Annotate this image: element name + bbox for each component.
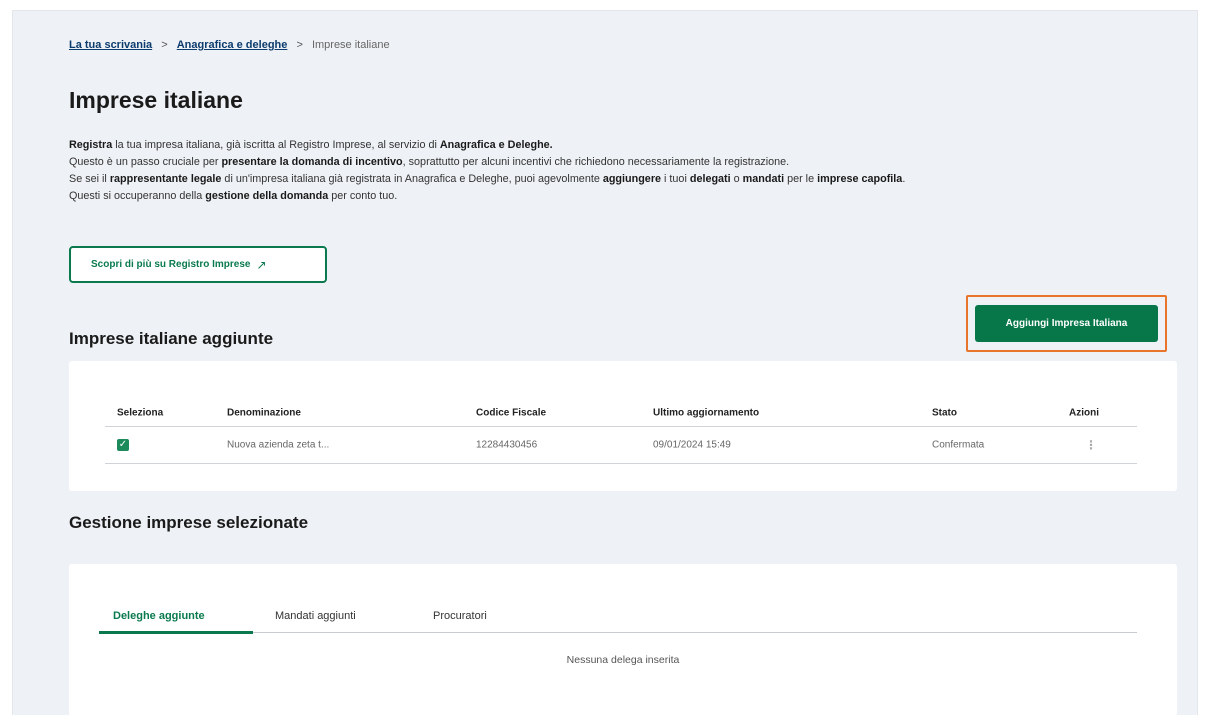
- tab-procuratori[interactable]: Procuratori: [433, 610, 487, 622]
- registro-imprese-button-label: Scopri di più su Registro Imprese: [91, 259, 251, 270]
- column-header-seleziona: Seleziona: [117, 407, 164, 418]
- registro-imprese-button[interactable]: Scopri di più su Registro Imprese ↗: [69, 246, 327, 283]
- page-frame: La tua scrivania > Anagrafica e deleghe …: [12, 10, 1198, 716]
- active-tab-indicator: [99, 631, 253, 634]
- intro-line: Se sei il rappresentante legale di un'im…: [69, 173, 906, 185]
- add-button-highlight: Aggiungi Impresa Italiana: [966, 295, 1167, 352]
- breadcrumb-separator: >: [161, 39, 168, 51]
- intro-line: Registra la tua impresa italiana, già is…: [69, 139, 553, 151]
- table-row: ✓ Nuova azienda zeta t... 12284430456 09…: [105, 427, 1137, 464]
- breadcrumb: La tua scrivania > Anagrafica e deleghe …: [69, 39, 390, 51]
- kebab-menu-icon[interactable]: ⋮: [1085, 438, 1097, 452]
- row-select-checkbox[interactable]: ✓: [117, 439, 129, 451]
- checkmark-icon: ✓: [117, 439, 129, 451]
- intro-text: Registra la tua impresa italiana, già is…: [69, 137, 1179, 205]
- breadcrumb-current: Imprese italiane: [311, 39, 390, 51]
- section-title-gestione: Gestione imprese selezionate: [69, 513, 309, 532]
- column-header-stato: Stato: [932, 407, 957, 418]
- breadcrumb-link-scrivania[interactable]: La tua scrivania: [69, 39, 152, 51]
- cell-ultimo-aggiornamento: 09/01/2024 15:49: [653, 439, 731, 451]
- breadcrumb-link-anagrafica[interactable]: Anagrafica e deleghe: [177, 39, 288, 51]
- external-link-icon: ↗: [256, 257, 267, 272]
- breadcrumb-separator: >: [296, 39, 303, 51]
- imprese-table-card: Seleziona Denominazione Codice Fiscale U…: [69, 361, 1177, 491]
- tab-mandati-aggiunti[interactable]: Mandati aggiunti: [275, 610, 356, 622]
- column-header-codice-fiscale: Codice Fiscale: [476, 407, 547, 418]
- table-header-row: Seleziona Denominazione Codice Fiscale U…: [105, 399, 1137, 427]
- column-header-denominazione: Denominazione: [227, 407, 301, 418]
- imprese-table: Seleziona Denominazione Codice Fiscale U…: [105, 399, 1137, 464]
- section-title-imprese-aggiunte: Imprese italiane aggiunte: [69, 329, 274, 348]
- intro-line: Questi si occuperanno della gestione del…: [69, 190, 398, 202]
- cell-codice-fiscale: 12284430456: [476, 439, 538, 451]
- empty-state-message: Nessuna delega inserita: [566, 654, 680, 666]
- cell-denominazione: Nuova azienda zeta t...: [227, 439, 330, 451]
- gestione-tabs: Deleghe aggiunte Mandati aggiunti Procur…: [99, 606, 1137, 634]
- gestione-card: Deleghe aggiunte Mandati aggiunti Procur…: [69, 564, 1177, 716]
- column-header-ultimo-aggiornamento: Ultimo aggiornamento: [653, 407, 760, 418]
- tab-deleghe-aggiunte[interactable]: Deleghe aggiunte: [113, 610, 205, 622]
- page-title: Imprese italiane: [69, 87, 243, 113]
- cell-stato: Confermata: [932, 439, 985, 451]
- add-impresa-button[interactable]: Aggiungi Impresa Italiana: [975, 305, 1158, 342]
- column-header-azioni: Azioni: [1069, 407, 1099, 418]
- intro-line: Questo è un passo cruciale per presentar…: [69, 156, 790, 168]
